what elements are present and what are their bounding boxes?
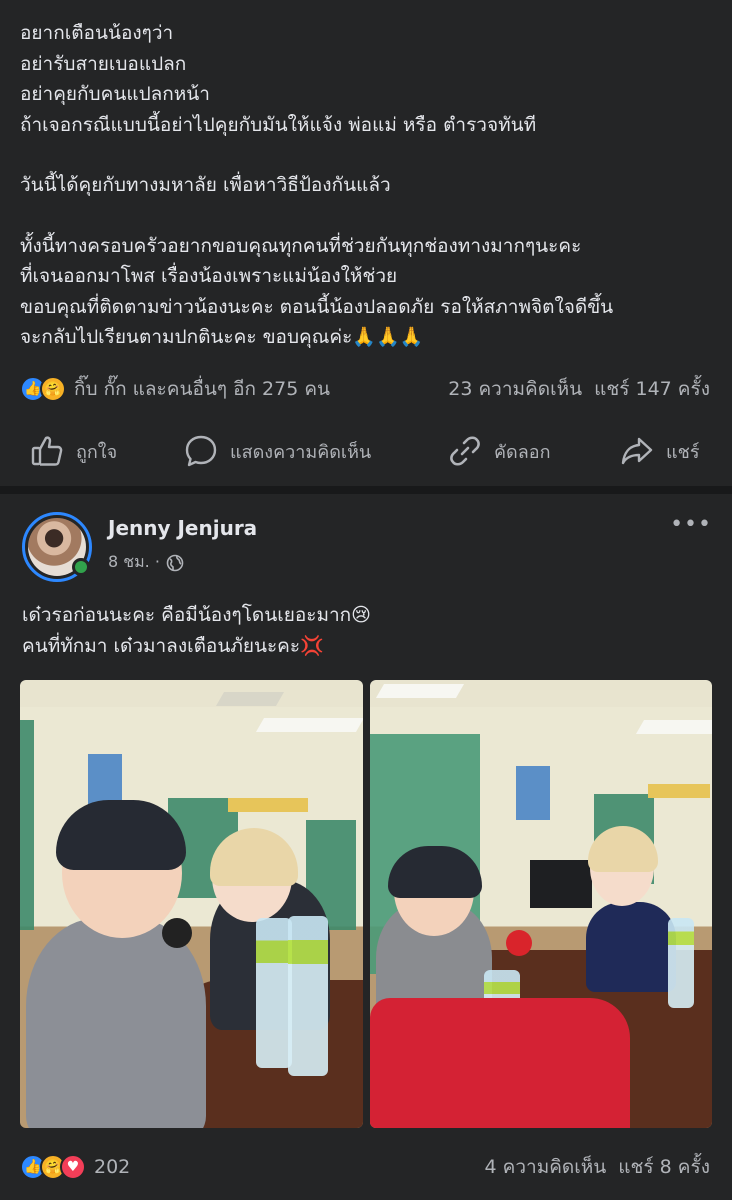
post-text-line: ถ้าเจอกรณีแบบนี้อย่าไปคุยกับมันให้แจ้ง พ…: [20, 113, 537, 136]
post-text-line: ที่เจนออกมาโพส เรื่องน้องเพราะแม่น้องให้…: [20, 265, 398, 287]
like-label: ถูกใจ: [76, 441, 118, 463]
post-text-spacer: [20, 140, 712, 170]
copy-label: คัดลอก: [494, 441, 551, 463]
microphone: [506, 930, 532, 956]
share-button[interactable]: แชร์: [620, 434, 700, 468]
anger-emoji: 💢: [300, 635, 324, 657]
person-boy-hair: [56, 800, 186, 870]
post-1-actions: ถูกใจ แสดงความคิดเห็น คัดลอก แชร์: [0, 428, 732, 474]
comments-count[interactable]: 23 ความคิดเห็น: [448, 374, 582, 404]
water-bottle: [668, 918, 694, 1008]
water-bottle: [256, 918, 292, 1068]
link-icon: [450, 436, 480, 466]
post-meta: 8 ชม. ·: [108, 550, 184, 575]
post-text-line: เด๋วรอก่อนนะคะ คือมีน้องๆโดนเยอะมาก😢: [22, 600, 371, 631]
wall-banner: [228, 798, 308, 812]
post2-line1: เด๋วรอก่อนนะคะ คือมีน้องๆโดนเยอะมาก: [22, 604, 352, 626]
post-header: Jenny Jenjura 8 ชม. · •••: [22, 512, 712, 582]
post-photo-2[interactable]: [370, 680, 712, 1128]
like-button[interactable]: ถูกใจ: [30, 434, 117, 468]
reactions-count[interactable]: 202: [94, 1156, 130, 1178]
post-text-line-last: จะกลับไปเรียนตามปกตินะคะ ขอบคุณค่ะ🙏🙏🙏: [20, 322, 712, 353]
post-1-text: อยากเตือนน้องๆว่า อย่ารับสายเบอแปลก อย่า…: [0, 0, 732, 353]
reaction-icons[interactable]: 👍 🤗 ♥: [20, 1154, 86, 1180]
ceiling-light: [635, 720, 712, 734]
globe-icon: [166, 554, 184, 571]
post-text-line: อย่ารับสายเบอแปลก: [20, 52, 187, 75]
ceiling-light: [255, 718, 363, 732]
reactions-summary[interactable]: กิ๊บ กั๊ก และคนอื่นๆ อีก 275 คน: [74, 374, 330, 404]
post-time[interactable]: 8 ชม. ·: [108, 550, 160, 575]
microphone: [162, 918, 192, 948]
post-2: Jenny Jenjura 8 ชม. · ••• เด๋วรอก่อนนะคะ…: [0, 494, 732, 1200]
post2-line2: คนที่ทักมา เด๋วมาลงเตือนภัยนะคะ: [22, 635, 301, 657]
thumbs-up-icon: [31, 436, 63, 466]
more-options-icon[interactable]: •••: [670, 512, 712, 537]
comment-label: แสดงความคิดเห็น: [230, 441, 372, 463]
wall-poster: [516, 766, 550, 820]
post-text-line: วันนี้ได้คุยกับทางมหาลัย เพื่อหาวิธีป้อง…: [20, 174, 391, 196]
wall-banner: [648, 784, 710, 798]
share-label: แชร์: [666, 441, 700, 463]
copy-button[interactable]: คัดลอก: [448, 434, 550, 468]
computer-monitor: [530, 860, 592, 908]
person-girl-shirt: [586, 902, 676, 992]
ceiling-vent: [215, 692, 285, 706]
shares-count[interactable]: แชร์ 8 ครั้ง: [618, 1152, 710, 1182]
post-separator: [0, 486, 732, 494]
post-1-stats: 👍 🤗 กิ๊บ กั๊ก และคนอื่นๆ อีก 275 คน 23 ค…: [20, 374, 710, 404]
person-boy-shirt: [26, 918, 206, 1128]
love-reaction-icon: ♥: [60, 1154, 86, 1180]
care-reaction-icon: 🤗: [40, 376, 66, 402]
comments-count[interactable]: 4 ความคิดเห็น: [485, 1152, 607, 1182]
comment-button[interactable]: แสดงความคิดเห็น: [184, 434, 371, 468]
crying-emoji: 😢: [351, 604, 371, 626]
post-text-line: อย่าคุยกับคนแปลกหน้า: [20, 83, 210, 105]
reaction-icons[interactable]: 👍 🤗: [20, 376, 66, 402]
online-status-dot: [72, 558, 90, 576]
post-2-stats: 👍 🤗 ♥ 202 4 ความคิดเห็น แชร์ 8 ครั้ง: [20, 1152, 710, 1182]
post-2-text: เด๋วรอก่อนนะคะ คือมีน้องๆโดนเยอะมาก😢 คนท…: [22, 600, 371, 662]
post-photo-1[interactable]: [20, 680, 363, 1128]
shares-count[interactable]: แชร์ 147 ครั้ง: [594, 374, 710, 404]
ceiling-light: [375, 684, 465, 698]
red-bag: [370, 998, 630, 1128]
post-text-spacer: [20, 201, 712, 231]
water-bottle: [288, 916, 328, 1076]
window: [20, 720, 34, 930]
post-text-line: คนที่ทักมา เด๋วมาลงเตือนภัยนะคะ💢: [22, 631, 371, 662]
author-name[interactable]: Jenny Jenjura: [108, 516, 257, 540]
pray-emoji: 🙏🙏🙏: [352, 326, 424, 348]
post-text-last: จะกลับไปเรียนตามปกตินะคะ ขอบคุณค่ะ: [20, 326, 353, 348]
post-text-line: ขอบคุณที่ติดตามข่าวน้องนะคะ ตอนนี้น้องปล…: [20, 295, 614, 318]
post-1: อยากเตือนน้องๆว่า อย่ารับสายเบอแปลก อย่า…: [0, 0, 732, 486]
comment-bubble-icon: [185, 435, 217, 467]
share-arrow-icon: [621, 437, 653, 465]
post-text-line: ทั้งนี้ทางครอบครัวอยากขอบคุณทุกคนที่ช่วย…: [20, 234, 582, 257]
post-text-line: อยากเตือนน้องๆว่า: [20, 22, 174, 44]
